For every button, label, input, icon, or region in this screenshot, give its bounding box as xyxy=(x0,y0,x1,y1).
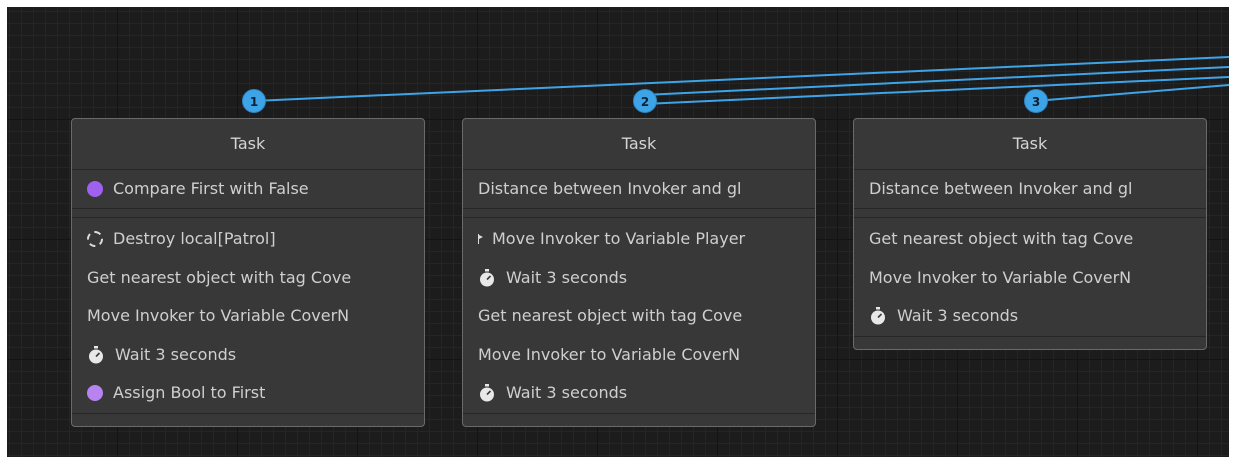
action-row[interactable]: Move Invoker to Variable CoverN xyxy=(854,259,1206,298)
condition-label: Distance between Invoker and gl xyxy=(869,179,1133,198)
conditions-section: Distance between Invoker and gl xyxy=(854,170,1206,209)
action-row[interactable]: Wait 3 seconds xyxy=(463,374,815,413)
action-label: Move Invoker to Variable CoverN xyxy=(478,344,741,364)
action-label: Get nearest object with tag Cove xyxy=(869,229,1134,249)
behavior-graph-canvas[interactable]: 1 Task Compare First with False Destroy … xyxy=(7,7,1229,457)
action-row[interactable]: Wait 3 seconds xyxy=(72,336,424,375)
condition-label: Distance between Invoker and gl xyxy=(478,179,742,198)
section-divider xyxy=(463,209,815,218)
action-label: Wait 3 seconds xyxy=(115,344,237,364)
action-row[interactable]: Get nearest object with tag Cove xyxy=(72,259,424,298)
node-title: Task xyxy=(463,119,815,170)
action-row[interactable]: Wait 3 seconds xyxy=(463,259,815,298)
stopwatch-icon xyxy=(871,307,885,325)
conditions-section: Compare First with False xyxy=(72,170,424,209)
action-row[interactable]: Get nearest object with tag Cove xyxy=(854,220,1206,259)
section-divider xyxy=(72,209,424,218)
section-divider xyxy=(854,209,1206,218)
node-title: Task xyxy=(854,119,1206,170)
connection-line-1 xyxy=(252,56,1229,102)
action-row[interactable]: Move Invoker to Variable Player xyxy=(463,220,815,259)
action-label: Move Invoker to Variable Player xyxy=(492,229,746,249)
section-divider xyxy=(854,335,1206,349)
action-row[interactable]: Destroy local[Patrol] xyxy=(72,220,424,259)
conditions-section: Distance between Invoker and gl xyxy=(463,170,815,209)
action-label: Wait 3 seconds xyxy=(506,383,628,403)
connection-line-3 xyxy=(1034,84,1229,102)
section-divider xyxy=(72,412,424,426)
condition-label: Compare First with False xyxy=(113,179,309,198)
purple-dot-icon xyxy=(87,181,103,197)
action-label: Move Invoker to Variable CoverN xyxy=(869,267,1132,287)
actions-section: Get nearest object with tag Cove Move In… xyxy=(854,218,1206,336)
section-divider xyxy=(463,412,815,426)
condition-row[interactable]: Distance between Invoker and gl xyxy=(854,170,1206,208)
action-label: Wait 3 seconds xyxy=(506,267,628,287)
input-port-3[interactable]: 3 xyxy=(1024,89,1048,113)
action-label: Assign Bool to First xyxy=(113,383,266,403)
action-row[interactable]: Get nearest object with tag Cove xyxy=(463,297,815,336)
condition-row[interactable]: Distance between Invoker and gl xyxy=(463,170,815,208)
stopwatch-icon xyxy=(89,345,103,364)
stopwatch-icon xyxy=(480,268,494,287)
task-node-2[interactable]: Task Distance between Invoker and gl Mov… xyxy=(462,118,816,427)
task-node-1[interactable]: Task Compare First with False Destroy lo… xyxy=(71,118,425,427)
action-label: Destroy local[Patrol] xyxy=(113,229,276,249)
node-title: Task xyxy=(72,119,424,170)
dashed-circle-icon xyxy=(87,231,103,248)
task-node-3[interactable]: Task Distance between Invoker and gl Get… xyxy=(853,118,1207,350)
action-row[interactable]: Move Invoker to Variable CoverN xyxy=(463,336,815,375)
action-row[interactable]: Assign Bool to First xyxy=(72,374,424,413)
action-label: Wait 3 seconds xyxy=(897,306,1019,326)
stopwatch-icon xyxy=(480,384,494,402)
actions-section: Destroy local[Patrol] Get nearest object… xyxy=(72,218,424,413)
input-port-2[interactable]: 2 xyxy=(633,89,657,113)
purple-dot-icon xyxy=(87,385,103,402)
action-row[interactable]: Wait 3 seconds xyxy=(854,297,1206,336)
action-label: Get nearest object with tag Cove xyxy=(478,306,743,326)
input-port-1[interactable]: 1 xyxy=(242,89,266,113)
actions-section: Move Invoker to Variable Player Wait 3 s… xyxy=(463,218,815,413)
condition-row[interactable]: Compare First with False xyxy=(72,170,424,208)
action-label: Move Invoker to Variable CoverN xyxy=(87,306,350,326)
action-row[interactable]: Move Invoker to Variable CoverN xyxy=(72,297,424,336)
flag-icon xyxy=(478,234,484,245)
action-label: Get nearest object with tag Cove xyxy=(87,267,352,287)
